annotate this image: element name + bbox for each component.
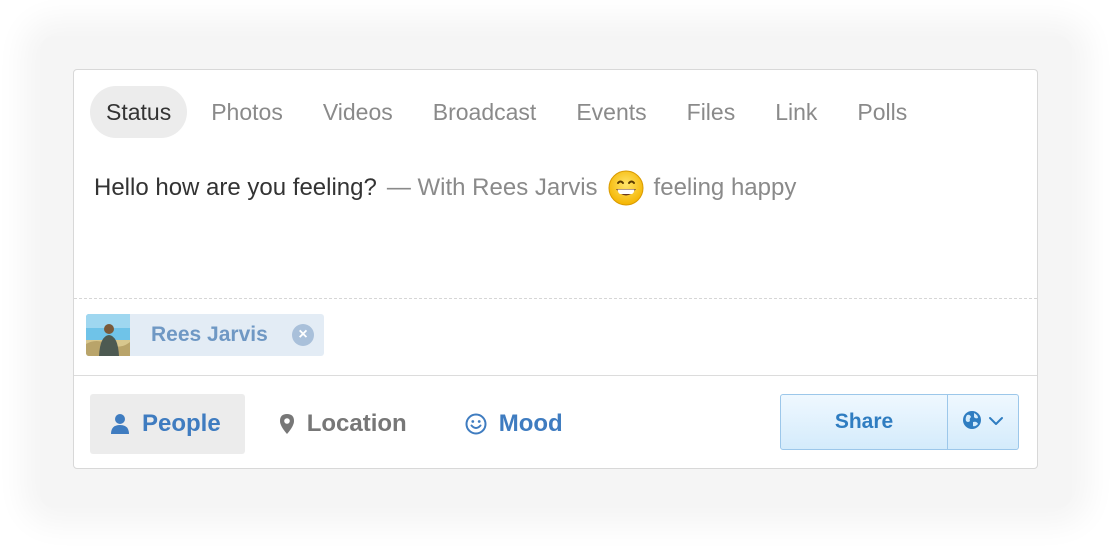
status-text: Hello how are you feeling? [94,174,377,201]
tagged-people-row: Rees Jarvis × [74,298,1037,376]
location-button[interactable]: Location [259,394,431,454]
composer-tabs: Status Photos Videos Broadcast Events Fi… [90,86,931,138]
mood-button[interactable]: Mood [445,394,587,454]
composer-actions: People Location Mood [90,394,601,454]
people-button[interactable]: People [90,394,245,454]
tagged-person-name: Rees Jarvis [151,323,268,346]
status-textarea[interactable]: Hello how are you feeling? — With Rees J… [94,170,1014,206]
smiley-icon [465,413,487,435]
grinning-face-emoji-icon [608,170,644,206]
map-pin-icon [279,413,295,435]
tab-polls[interactable]: Polls [841,86,923,138]
share-button-group: Share [780,394,1019,450]
with-people-text: — With Rees Jarvis [386,174,598,201]
share-button[interactable]: Share [780,394,948,450]
tab-link[interactable]: Link [759,86,833,138]
location-label: Location [306,410,407,437]
tab-events[interactable]: Events [560,86,662,138]
mood-text: feeling happy [653,174,797,201]
people-label: People [142,410,221,437]
tab-broadcast[interactable]: Broadcast [417,86,553,138]
mood-label: Mood [498,410,563,437]
privacy-dropdown[interactable] [948,394,1019,450]
tab-status[interactable]: Status [90,86,188,138]
tab-videos[interactable]: Videos [307,86,409,138]
status-composer: Status Photos Videos Broadcast Events Fi… [73,69,1038,469]
tab-files[interactable]: Files [671,86,752,138]
tagged-person-chip: Rees Jarvis × [86,314,324,356]
avatar [86,314,130,356]
close-circle-icon[interactable]: × [292,324,314,346]
person-icon [110,413,130,435]
globe-icon [962,410,982,435]
chevron-down-icon [988,413,1004,431]
tab-photos[interactable]: Photos [195,86,299,138]
